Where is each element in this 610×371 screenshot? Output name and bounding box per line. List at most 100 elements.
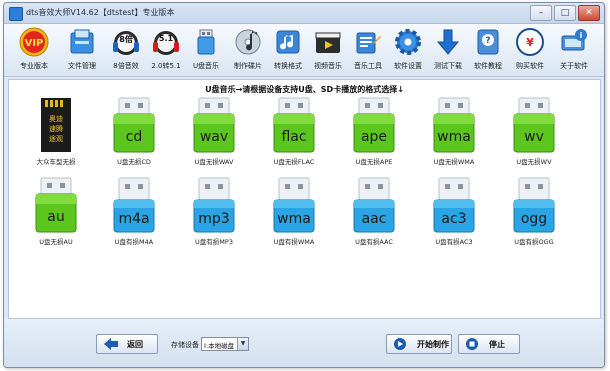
toolbar-label: 转换格式 bbox=[274, 62, 302, 70]
start-make-label: 开始制作 bbox=[417, 340, 449, 349]
usb-drive-green-icon: flac bbox=[273, 97, 315, 153]
file-manager-icon bbox=[70, 29, 94, 54]
toolbar-item-pro-version[interactable]: VIP 专业版本 bbox=[12, 27, 56, 74]
toolbar-item-test-download[interactable]: 测试下载 bbox=[426, 27, 470, 74]
tile-lossy-m4a[interactable]: m4a U盘有损M4A bbox=[105, 176, 163, 252]
usb-drive-green-icon: wav bbox=[193, 97, 235, 153]
video-music-icon bbox=[315, 32, 341, 53]
svg-text:VIP: VIP bbox=[25, 38, 44, 49]
tile-lossy-wma[interactable]: wma U盘有损WMA bbox=[265, 176, 323, 252]
usb-drive-blue-icon: m4a bbox=[113, 177, 155, 233]
tile-format: m4a bbox=[118, 211, 149, 227]
back-button[interactable]: 返回 bbox=[96, 334, 158, 354]
svg-text:¥: ¥ bbox=[526, 36, 534, 49]
tile-lossless-ape[interactable]: ape U盘无损APE bbox=[345, 96, 403, 172]
svg-text:途观: 途观 bbox=[49, 134, 63, 143]
toolbar-label: 专业版本 bbox=[20, 62, 48, 70]
tile-lossless-wv[interactable]: wv U盘无损WV bbox=[505, 96, 563, 172]
tile-format: aac bbox=[362, 211, 387, 227]
tile-lossless-au[interactable]: au U盘无损AU bbox=[27, 176, 85, 252]
toolbar-item-music-tools[interactable]: 音乐工具 bbox=[346, 27, 390, 74]
music-tools-icon bbox=[356, 32, 381, 54]
format-panel: U盘音乐→请根据设备支持U盘、SD卡播放的格式选择↓ 奥迪 速腾 途观 大众车型… bbox=[8, 79, 601, 319]
tile-lossy-ogg[interactable]: ogg U盘有损OGG bbox=[505, 176, 563, 252]
sd-card-icon: 奥迪 速腾 途观 bbox=[41, 98, 71, 152]
tile-lossless-wma[interactable]: wma U盘无损WMA bbox=[425, 96, 483, 172]
tile-caption: 大众车型无损 bbox=[36, 158, 76, 166]
tutorial-icon: ? bbox=[477, 29, 499, 55]
toolbar-label: 测试下载 bbox=[434, 62, 462, 70]
toolbar-item-make-disc[interactable]: 制作碟片 bbox=[226, 27, 270, 74]
toolbar-label: 购买软件 bbox=[516, 62, 544, 70]
svg-text:?: ? bbox=[485, 36, 490, 46]
storage-device-select[interactable]: I:本地磁盘 ▼ bbox=[201, 337, 249, 351]
usb-drive-blue-icon: wma bbox=[273, 177, 315, 233]
app-icon bbox=[9, 7, 23, 21]
minimize-button[interactable]: – bbox=[530, 5, 552, 21]
make-disc-icon bbox=[235, 29, 261, 55]
toolbar-item-file-manager[interactable]: 文件管理 bbox=[60, 27, 104, 74]
usb-music-icon bbox=[197, 29, 215, 55]
close-button[interactable]: ✕ bbox=[578, 5, 600, 21]
tile-caption: U盘有损M4A bbox=[114, 238, 154, 246]
start-make-button[interactable]: 开始制作 bbox=[386, 334, 452, 354]
window-title: dts音效大师V14.62【dtstest】专业版本 bbox=[26, 8, 175, 17]
about-software-icon: i bbox=[561, 29, 587, 51]
tile-format: wv bbox=[524, 129, 544, 145]
svg-text:速腾: 速腾 bbox=[49, 124, 63, 133]
toolbar-item-convert-format[interactable]: 转换格式 bbox=[266, 27, 310, 74]
tile-vw-lossless[interactable]: 奥迪 速腾 途观 大众车型无损 bbox=[27, 96, 85, 172]
tile-lossy-ac3[interactable]: ac3 U盘有损AC3 bbox=[425, 176, 483, 252]
chevron-down-icon[interactable]: ▼ bbox=[237, 338, 248, 350]
usb-drive-green-icon: cd bbox=[113, 97, 155, 153]
toolbar-label: 2.0转5.1 bbox=[151, 62, 181, 70]
tile-format: au bbox=[47, 209, 64, 225]
toolbar-item-usb-music[interactable]: U盘音乐 bbox=[184, 27, 228, 74]
tile-caption: U盘无损WMA bbox=[433, 158, 475, 166]
tile-caption: U盘有损WMA bbox=[273, 238, 315, 246]
tile-lossy-aac[interactable]: aac U盘有损AAC bbox=[345, 176, 403, 252]
convert-format-icon bbox=[276, 30, 300, 54]
tile-lossless-flac[interactable]: flac U盘无损FLAC bbox=[265, 96, 323, 172]
download-arrow-icon bbox=[436, 29, 460, 55]
tile-caption: U盘有损MP3 bbox=[195, 238, 233, 246]
vip-badge-icon: VIP bbox=[19, 27, 49, 57]
back-arrow-icon bbox=[104, 338, 118, 350]
toolbar-item-tutorial[interactable]: ? 软件教程 bbox=[466, 27, 510, 74]
stop-button[interactable]: 停止 bbox=[458, 334, 520, 354]
bottom-bar: 返回 存储设备 I:本地磁盘 ▼ 开始制作 停止 bbox=[4, 319, 604, 367]
toolbar-item-about-software[interactable]: i 关于软件 bbox=[552, 27, 596, 74]
stop-label: 停止 bbox=[489, 340, 505, 349]
toolbar-item-settings[interactable]: 软件设置 bbox=[386, 27, 430, 74]
main-toolbar: VIP 专业版本 文件管理 8倍 8倍音效 5.1 2.0转5.1 U盘音乐 制… bbox=[4, 24, 604, 77]
maximize-button[interactable]: □ bbox=[554, 5, 576, 21]
tile-format: ac3 bbox=[441, 211, 466, 227]
play-icon bbox=[394, 338, 406, 350]
toolbar-label: 软件设置 bbox=[394, 62, 422, 70]
tile-format: mp3 bbox=[198, 211, 229, 227]
toolbar-item-8x-effect[interactable]: 8倍 8倍音效 bbox=[104, 27, 148, 74]
toolbar-item-convert-51[interactable]: 5.1 2.0转5.1 bbox=[144, 27, 188, 74]
toolbar-label: 制作碟片 bbox=[234, 62, 262, 70]
app-window: dts音效大师V14.62【dtstest】专业版本 – □ ✕ VIP 专业版… bbox=[3, 2, 605, 368]
toolbar-label: 文件管理 bbox=[68, 62, 96, 70]
tile-caption: U盘无损APE bbox=[355, 158, 393, 166]
tile-lossy-mp3[interactable]: mp3 U盘有损MP3 bbox=[185, 176, 243, 252]
title-bar[interactable]: dts音效大师V14.62【dtstest】专业版本 – □ ✕ bbox=[4, 3, 604, 24]
tile-format: wma bbox=[437, 129, 471, 145]
usb-drive-green-icon: ape bbox=[353, 97, 395, 153]
storage-device-label: 存储设备 bbox=[171, 341, 199, 349]
toolbar-item-buy-software[interactable]: ¥ 购买软件 bbox=[508, 27, 552, 74]
tile-caption: U盘无损FLAC bbox=[273, 158, 315, 166]
tile-format: ape bbox=[361, 129, 387, 145]
tile-lossless-wav[interactable]: wav U盘无损WAV bbox=[185, 96, 243, 172]
tile-format: cd bbox=[126, 129, 143, 145]
tile-caption: U盘无损CD bbox=[117, 158, 151, 166]
usb-drive-green-icon: wma bbox=[433, 97, 475, 153]
toolbar-item-video-music[interactable]: 视频音乐 bbox=[306, 27, 350, 74]
toolbar-label: 8倍音效 bbox=[113, 62, 139, 70]
usb-drive-blue-icon: ogg bbox=[513, 177, 555, 233]
tile-caption: U盘无损WV bbox=[516, 158, 552, 166]
usb-drive-blue-icon: aac bbox=[353, 177, 395, 233]
tile-lossless-cd[interactable]: cd U盘无损CD bbox=[105, 96, 163, 172]
